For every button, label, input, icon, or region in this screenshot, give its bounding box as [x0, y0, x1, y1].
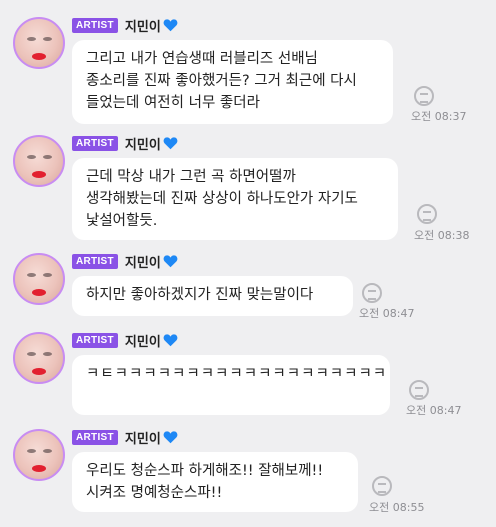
blue-heart-icon	[163, 137, 178, 150]
blue-heart-icon	[163, 334, 178, 347]
avatar[interactable]	[13, 135, 65, 187]
sender-line: ARTIST 지민이	[72, 428, 178, 447]
translate-icon[interactable]	[362, 283, 382, 303]
message-time: 오전 08:37	[411, 110, 467, 123]
message-bubble[interactable]: 근데 막상 내가 그런 곡 하면어떨까 생각해봤는데 진짜 상상이 하나도안가 …	[72, 158, 398, 240]
artist-badge: ARTIST	[72, 332, 118, 348]
sender-name: 지민이	[124, 19, 161, 35]
artist-badge: ARTIST	[72, 135, 118, 151]
message-bubble[interactable]: 하지만 좋아하겠지가 진짜 맞는말이다	[72, 276, 353, 316]
avatar[interactable]	[13, 429, 65, 481]
blue-heart-icon	[163, 431, 178, 444]
sender-line: ARTIST 지민이	[72, 252, 178, 271]
artist-badge: ARTIST	[72, 17, 118, 33]
avatar[interactable]	[13, 332, 65, 384]
translate-icon[interactable]	[414, 86, 434, 106]
sender-line: ARTIST 지민이	[72, 331, 178, 350]
avatar[interactable]	[13, 17, 65, 69]
translate-icon[interactable]	[417, 204, 437, 224]
message-bubble[interactable]: 그리고 내가 연습생때 러블리즈 선배님 종소리를 진짜 좋아했거든? 그거 최…	[72, 40, 393, 124]
sender-name: 지민이	[124, 431, 161, 447]
message-time: 오전 08:47	[359, 307, 415, 320]
blue-heart-icon	[163, 255, 178, 268]
message-time: 오전 08:38	[414, 229, 470, 242]
sender-line: ARTIST 지민이	[72, 16, 178, 35]
sender-name: 지민이	[124, 334, 161, 350]
artist-badge: ARTIST	[72, 429, 118, 445]
message-time: 오전 08:47	[406, 404, 462, 417]
avatar[interactable]	[13, 253, 65, 305]
translate-icon[interactable]	[409, 380, 429, 400]
sender-name: 지민이	[124, 255, 161, 271]
message-bubble[interactable]: 우리도 청순스파 하게해조!! 잘해보께!! 시켜조 명예청순스파!!	[72, 452, 358, 512]
sender-line: ARTIST 지민이	[72, 134, 178, 153]
message-time: 오전 08:55	[369, 501, 425, 514]
translate-icon[interactable]	[372, 476, 392, 496]
artist-badge: ARTIST	[72, 253, 118, 269]
message-bubble[interactable]: ㅋㅌㅋㅋㅋㅋㅋㅋㅋㅋㅋㅋㅋㅋㅋㅋㅋㅋㅋㅋㅋ ㅋㅋㅋㅋㅋㅋㅋ	[72, 355, 390, 415]
sender-name: 지민이	[124, 137, 161, 153]
blue-heart-icon	[163, 19, 178, 32]
